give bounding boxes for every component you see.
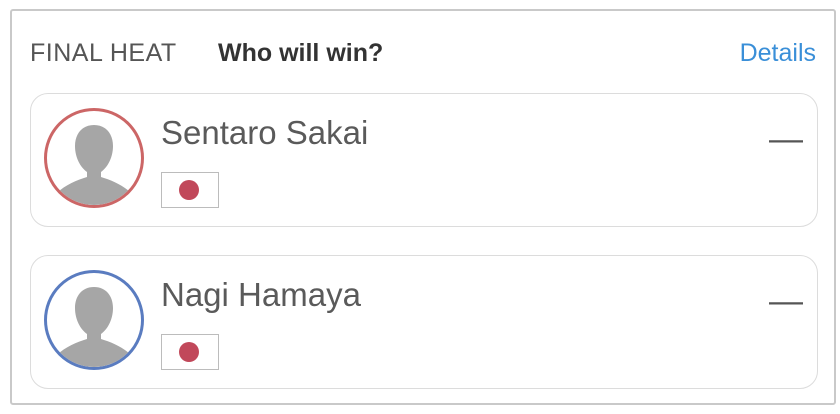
japan-flag-icon xyxy=(161,334,219,370)
pick-indicator: — xyxy=(769,282,803,320)
card-header: FINAL HEAT Who will win? Details xyxy=(12,11,834,91)
heat-label: FINAL HEAT xyxy=(30,39,177,67)
prediction-question: Who will win? xyxy=(218,39,384,67)
athlete-option-nagi-hamaya[interactable]: Nagi Hamaya — xyxy=(30,255,818,389)
person-silhouette-icon xyxy=(57,287,131,367)
flag-sun xyxy=(179,180,199,200)
athlete-name: Nagi Hamaya xyxy=(161,276,361,313)
person-silhouette-icon xyxy=(57,125,131,205)
athlete-avatar xyxy=(44,270,144,370)
athlete-option-sentaro-sakai[interactable]: Sentaro Sakai — xyxy=(30,93,818,227)
athlete-name: Sentaro Sakai xyxy=(161,114,369,151)
details-link[interactable]: Details xyxy=(740,39,816,68)
japan-flag-icon xyxy=(161,172,219,208)
flag-sun xyxy=(179,342,199,362)
pick-indicator: — xyxy=(769,120,803,158)
final-heat-card: FINAL HEAT Who will win? Details Sentaro… xyxy=(10,9,836,405)
athlete-avatar xyxy=(44,108,144,208)
